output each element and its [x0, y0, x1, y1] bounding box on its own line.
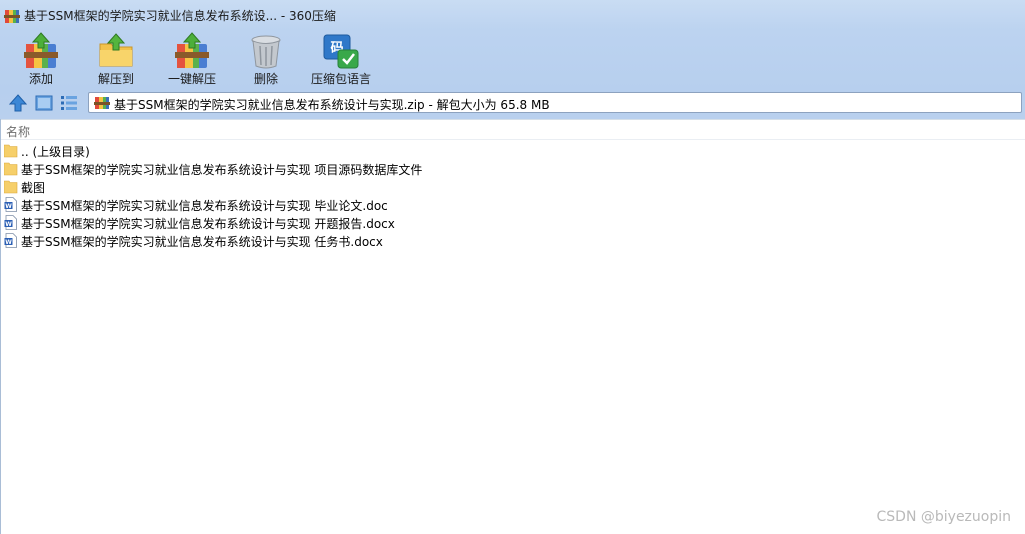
file-name: 基于SSM框架的学院实习就业信息发布系统设计与实现 任务书.docx [21, 235, 383, 249]
word-doc-icon: W [4, 233, 17, 248]
svg-text:W: W [5, 221, 12, 228]
toolbar: 添加 解压到 一键解压 删除 码 压缩包语言 [0, 30, 1025, 88]
window-left-border [0, 119, 1, 534]
file-rows: .. (上级目录) 基于SSM框架的学院实习就业信息发布系统设计与实现 项目源码… [0, 142, 700, 250]
list-item-parent-dir[interactable]: .. (上级目录) [0, 142, 700, 160]
title-bar: 基于SSM框架的学院实习就业信息发布系统设... - 360压缩 [0, 0, 1025, 30]
address-field[interactable]: 基于SSM框架的学院实习就业信息发布系统设计与实现.zip - 解包大小为 65… [88, 92, 1022, 113]
add-archive-icon [24, 32, 58, 68]
extract-to-button[interactable]: 解压到 [93, 30, 139, 88]
folder-icon [4, 144, 18, 158]
list-item-file[interactable]: W 基于SSM框架的学院实习就业信息发布系统设计与实现 毕业论文.doc [0, 196, 700, 214]
app-archive-icon [4, 10, 20, 23]
list-item-folder[interactable]: 基于SSM框架的学院实习就业信息发布系统设计与实现 项目源码数据库文件 [0, 160, 700, 178]
archive-window: 基于SSM框架的学院实习就业信息发布系统设... - 360压缩 添加 解压到 … [0, 0, 1025, 534]
delete-button[interactable]: 删除 [243, 30, 289, 88]
folder-icon [4, 162, 18, 176]
zip-file-icon [94, 97, 110, 109]
file-name: 基于SSM框架的学院实习就业信息发布系统设计与实现 毕业论文.doc [21, 199, 388, 213]
list-item-folder[interactable]: 截图 [0, 178, 700, 196]
address-path: 基于SSM框架的学院实习就业信息发布系统设计与实现.zip - 解包大小为 65… [114, 98, 550, 112]
file-name: 基于SSM框架的学院实习就业信息发布系统设计与实现 开题报告.docx [21, 217, 395, 231]
list-view-icon[interactable] [59, 93, 79, 113]
watermark-text: CSDN @biyezuopin [876, 509, 1011, 525]
list-item-file[interactable]: W 基于SSM框架的学院实习就业信息发布系统设计与实现 开题报告.docx [0, 214, 700, 232]
extract-to-icon [99, 33, 133, 67]
svg-text:W: W [5, 239, 12, 246]
file-name: .. (上级目录) [21, 145, 90, 159]
column-name-label: 名称 [6, 125, 31, 139]
folder-icon [4, 180, 18, 194]
extract-to-label: 解压到 [97, 72, 134, 86]
up-level-icon[interactable] [8, 93, 28, 113]
window-title: 基于SSM框架的学院实习就业信息发布系统设... - 360压缩 [24, 9, 336, 23]
column-header-name[interactable]: 名称 [0, 120, 1025, 140]
one-click-extract-icon [175, 32, 209, 68]
one-click-extract-label: 一键解压 [167, 72, 216, 86]
word-doc-icon: W [4, 197, 17, 212]
thumbnail-view-icon[interactable] [34, 93, 54, 113]
word-doc-icon: W [4, 215, 17, 230]
delete-label: 删除 [253, 72, 278, 86]
file-name: 基于SSM框架的学院实习就业信息发布系统设计与实现 项目源码数据库文件 [21, 163, 423, 177]
trash-icon [251, 35, 281, 69]
archive-language-button[interactable]: 码 压缩包语言 [308, 30, 374, 88]
file-name: 截图 [21, 181, 46, 195]
header-divider [0, 139, 1025, 140]
address-row: 基于SSM框架的学院实习就业信息发布系统设计与实现.zip - 解包大小为 65… [0, 91, 1025, 116]
one-click-extract-button[interactable]: 一键解压 [164, 30, 220, 88]
window-chrome: 基于SSM框架的学院实习就业信息发布系统设... - 360压缩 添加 解压到 … [0, 0, 1025, 120]
add-button[interactable]: 添加 [18, 30, 64, 88]
archive-language-label: 压缩包语言 [310, 72, 371, 86]
archive-language-icon: 码 [323, 34, 359, 69]
list-item-file[interactable]: W 基于SSM框架的学院实习就业信息发布系统设计与实现 任务书.docx [0, 232, 700, 250]
file-list: 名称 .. (上级目录) 基于SSM框架的学院实习就业信息发布系统设计与实现 项… [0, 119, 1025, 534]
svg-text:W: W [5, 203, 12, 210]
add-label: 添加 [28, 72, 53, 86]
